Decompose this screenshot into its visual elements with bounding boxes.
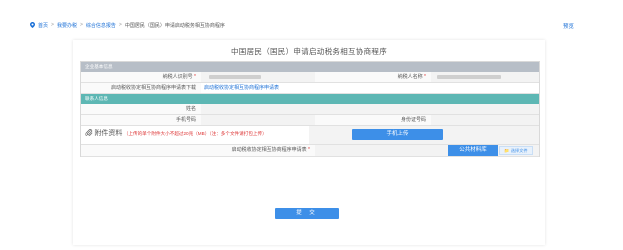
attachments-note: （上传的单个附件大小不超过20兆（MB）（注：多个文件请打包上传） bbox=[123, 131, 267, 136]
section-header-contact: 联系人信息 bbox=[81, 94, 539, 104]
taxpayer-name-field bbox=[431, 72, 539, 82]
taxpayer-id-label: 纳税人识别号 * bbox=[81, 72, 201, 82]
name-input[interactable] bbox=[201, 104, 539, 114]
phone-label: 手机号码 bbox=[81, 115, 201, 125]
paperclip-icon bbox=[85, 129, 93, 136]
taxpayer-id-field bbox=[201, 72, 315, 82]
contact-name-row: 姓名 bbox=[81, 104, 539, 115]
choose-file-button[interactable]: 📁 选择文件 bbox=[499, 146, 533, 155]
phone-input[interactable] bbox=[201, 115, 315, 125]
submit-button[interactable]: 提 交 bbox=[275, 208, 339, 219]
name-label: 姓名 bbox=[81, 104, 201, 114]
attachments-header: 附件资料 （上传的单个附件大小不超过20兆（MB）（注：多个文件请打包上传） bbox=[81, 126, 309, 144]
attachments-actions: 手机上传 bbox=[309, 126, 539, 144]
application-form: 企业基本信息 纳税人识别号 * 纳税人名称 * 启动税收协定相互协商程序申请表下… bbox=[80, 61, 540, 157]
attachments-title: 附件资料 bbox=[94, 130, 123, 137]
template-download-label: 启动税收协定相互协商程序申请表下载 bbox=[81, 83, 201, 93]
breadcrumb-separator: > bbox=[79, 22, 83, 28]
breadcrumb-home-link[interactable]: 首页 bbox=[38, 22, 48, 29]
form-card: 中国居民（国民）申请启动税务相互协商程序 企业基本信息 纳税人识别号 * 纳税人… bbox=[73, 40, 545, 245]
folder-icon: 📁 bbox=[504, 148, 510, 153]
location-pin-icon bbox=[30, 22, 35, 28]
breadcrumb-reports-link[interactable]: 综合信息报告 bbox=[86, 22, 116, 29]
breadcrumb-separator: > bbox=[51, 22, 54, 28]
choose-file-label: 选择文件 bbox=[510, 148, 528, 153]
template-download-row: 启动税收协定相互协商程序申请表下载 启动税收协定相互协商程序申请表 bbox=[81, 83, 539, 94]
preview-link[interactable]: 预览 bbox=[563, 22, 574, 30]
taxpayer-name-label: 纳税人名称 * bbox=[315, 72, 431, 82]
file-row-label: 启动税收协定相互协商程序申请表 * bbox=[81, 145, 315, 156]
template-download-cell: 启动税收协定相互协商程序申请表 bbox=[201, 83, 539, 93]
breadcrumb-separator: > bbox=[118, 22, 122, 28]
breadcrumb: 首页 > 我要办税 > 综合信息报告 > 中国居民（国民）申请启动税务相互协商程… bbox=[30, 21, 225, 29]
section-header-company: 企业基本信息 bbox=[81, 62, 539, 72]
id-number-label: 身份证号码 bbox=[315, 115, 431, 125]
file-upload-row: 启动税收协定相互协商程序申请表 * 公共材料库 📁 选择文件 bbox=[81, 145, 539, 157]
public-library-button[interactable]: 公共材料库 bbox=[448, 145, 498, 156]
page-title: 中国居民（国民）申请启动税务相互协商程序 bbox=[231, 47, 387, 56]
file-upload-cell: 公共材料库 📁 选择文件 bbox=[315, 145, 539, 156]
breadcrumb-tax-office-link[interactable]: 我要办税 bbox=[57, 22, 77, 29]
masked-value bbox=[209, 75, 261, 79]
contact-phone-row: 手机号码 身份证号码 bbox=[81, 115, 539, 126]
taxpayer-row: 纳税人识别号 * 纳税人名称 * bbox=[81, 72, 539, 83]
id-number-input[interactable] bbox=[431, 115, 539, 125]
template-download-link[interactable]: 启动税收协定相互协商程序申请表 bbox=[201, 85, 279, 91]
breadcrumb-current: 中国居民（国民）申请启动税务相互协商程序 bbox=[124, 22, 225, 29]
mobile-upload-button[interactable]: 手机上传 bbox=[352, 129, 443, 140]
attachments-row: 附件资料 （上传的单个附件大小不超过20兆（MB）（注：多个文件请打包上传） 手… bbox=[81, 126, 539, 145]
masked-value bbox=[437, 75, 501, 79]
